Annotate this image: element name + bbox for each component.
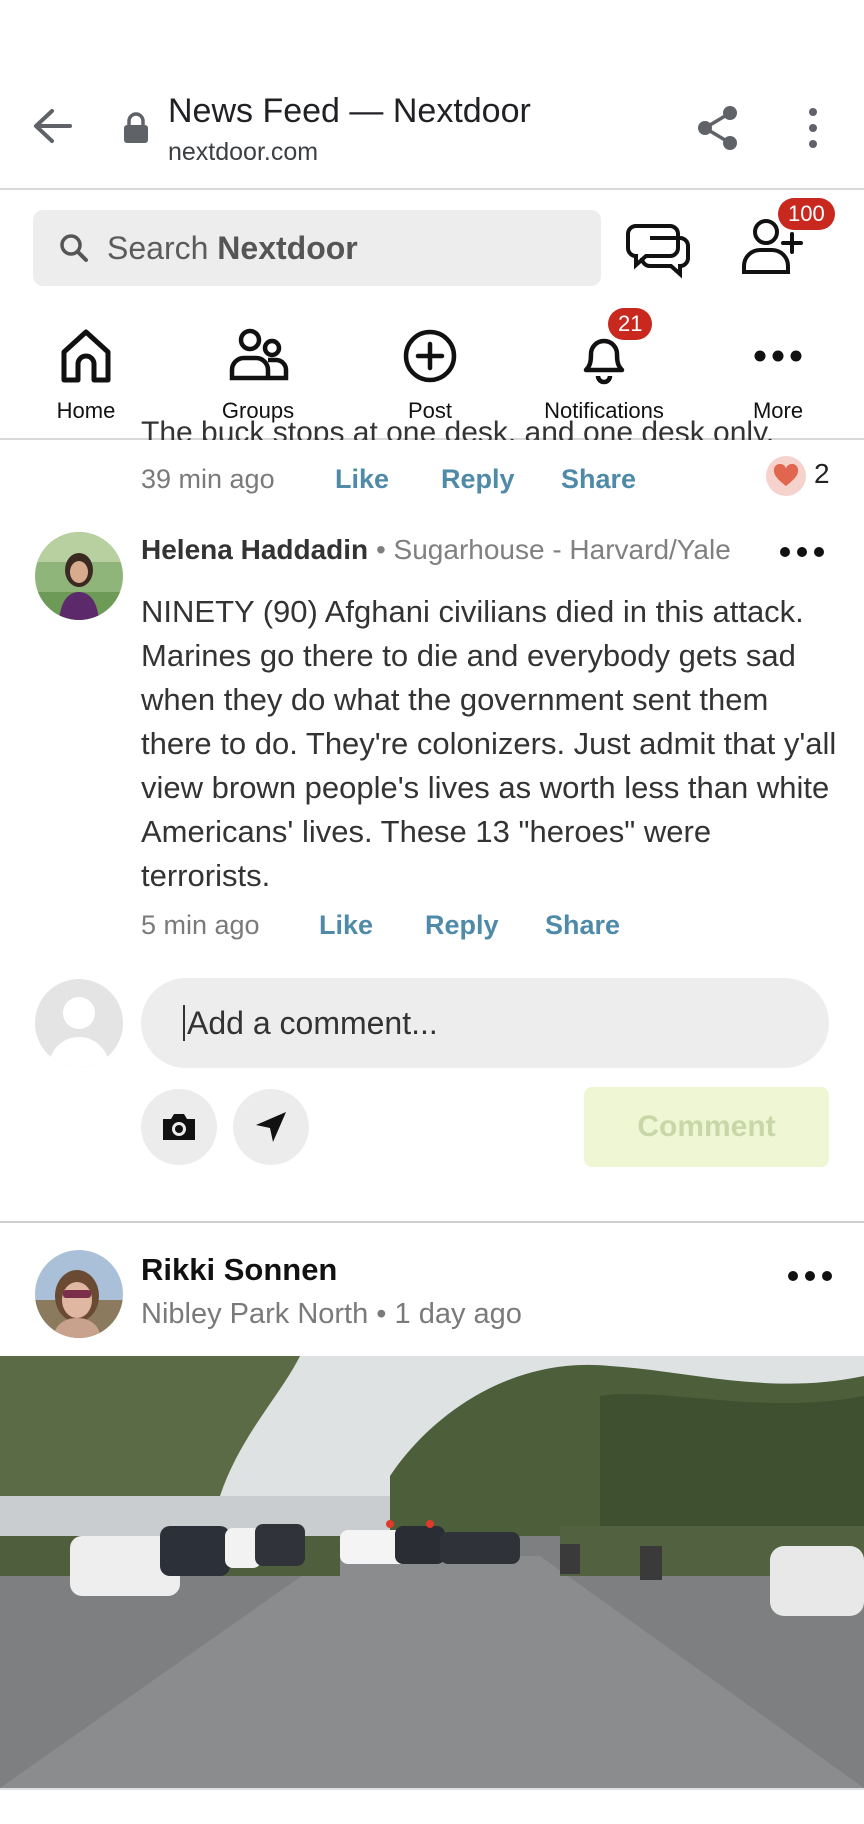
location-button[interactable]: [233, 1089, 309, 1165]
post-author-avatar[interactable]: [35, 1250, 123, 1338]
search-icon: [60, 234, 88, 262]
comment-body: NINETY (90) Afghani civilians died in th…: [141, 594, 837, 893]
search-placeholder: Search Nextdoor: [107, 229, 358, 266]
text-caret: [183, 1005, 185, 1041]
browser-menu-icon[interactable]: [798, 104, 828, 152]
comment-author-line: Helena Haddadin • Sugarhouse - Harvard/Y…: [141, 534, 731, 565]
comment-time: 5 min ago: [141, 910, 260, 940]
comment-submit-button[interactable]: Comment: [584, 1087, 829, 1167]
comment-actions: 5 min ago Like Reply Share: [141, 910, 620, 941]
lock-icon: [122, 112, 150, 144]
post-divider: [0, 1221, 864, 1223]
browser-toolbar: News Feed — Nextdoor nextdoor.com: [0, 0, 864, 190]
comment-neighborhood: Sugarhouse - Harvard/Yale: [393, 534, 731, 565]
camera-icon: [163, 1114, 195, 1140]
heart-reaction-icon[interactable]: [766, 456, 806, 496]
previous-comment-time: 39 min ago: [141, 464, 275, 494]
previous-comment-text: The buck stops at one desk, and one desk…: [141, 416, 775, 440]
groups-icon: [229, 328, 289, 381]
comment-author[interactable]: Helena Haddadin: [141, 534, 368, 565]
home-icon: [61, 329, 111, 383]
like-button[interactable]: Like: [335, 464, 389, 495]
messages-icon[interactable]: [624, 216, 694, 280]
page-bottom-edge: [0, 1788, 864, 1824]
share-button[interactable]: Share: [561, 464, 636, 495]
notifications-badge: 21: [608, 308, 653, 340]
post-author[interactable]: Rikki Sonnen: [141, 1252, 337, 1288]
previous-comment-actions: 39 min ago Like Reply Share: [141, 464, 636, 495]
page-url[interactable]: nextdoor.com: [168, 138, 318, 167]
reply-button[interactable]: Reply: [425, 910, 499, 941]
comment-options-icon[interactable]: [780, 542, 824, 562]
post-meta: Nibley Park North • 1 day ago: [141, 1298, 522, 1330]
post-photo[interactable]: [0, 1356, 864, 1788]
comment-placeholder: Add a comment...: [187, 1004, 438, 1041]
current-user-avatar: [35, 979, 123, 1067]
comment-input[interactable]: Add a comment...: [141, 978, 829, 1068]
share-button[interactable]: Share: [545, 910, 620, 941]
page-title: News Feed — Nextdoor: [168, 92, 531, 130]
post-icon: [403, 329, 457, 383]
more-icon: [754, 350, 802, 362]
camera-button[interactable]: [141, 1089, 217, 1165]
invite-count-badge: 100: [778, 198, 835, 230]
location-arrow-icon: [256, 1112, 286, 1142]
reply-button[interactable]: Reply: [441, 464, 515, 495]
back-arrow-icon[interactable]: [30, 104, 74, 148]
share-icon[interactable]: [694, 104, 742, 152]
like-button[interactable]: Like: [319, 910, 373, 941]
post-options-icon[interactable]: [788, 1266, 832, 1286]
reaction-count: 2: [814, 458, 830, 489]
avatar[interactable]: [35, 532, 123, 620]
search-input[interactable]: Search Nextdoor: [33, 210, 601, 286]
